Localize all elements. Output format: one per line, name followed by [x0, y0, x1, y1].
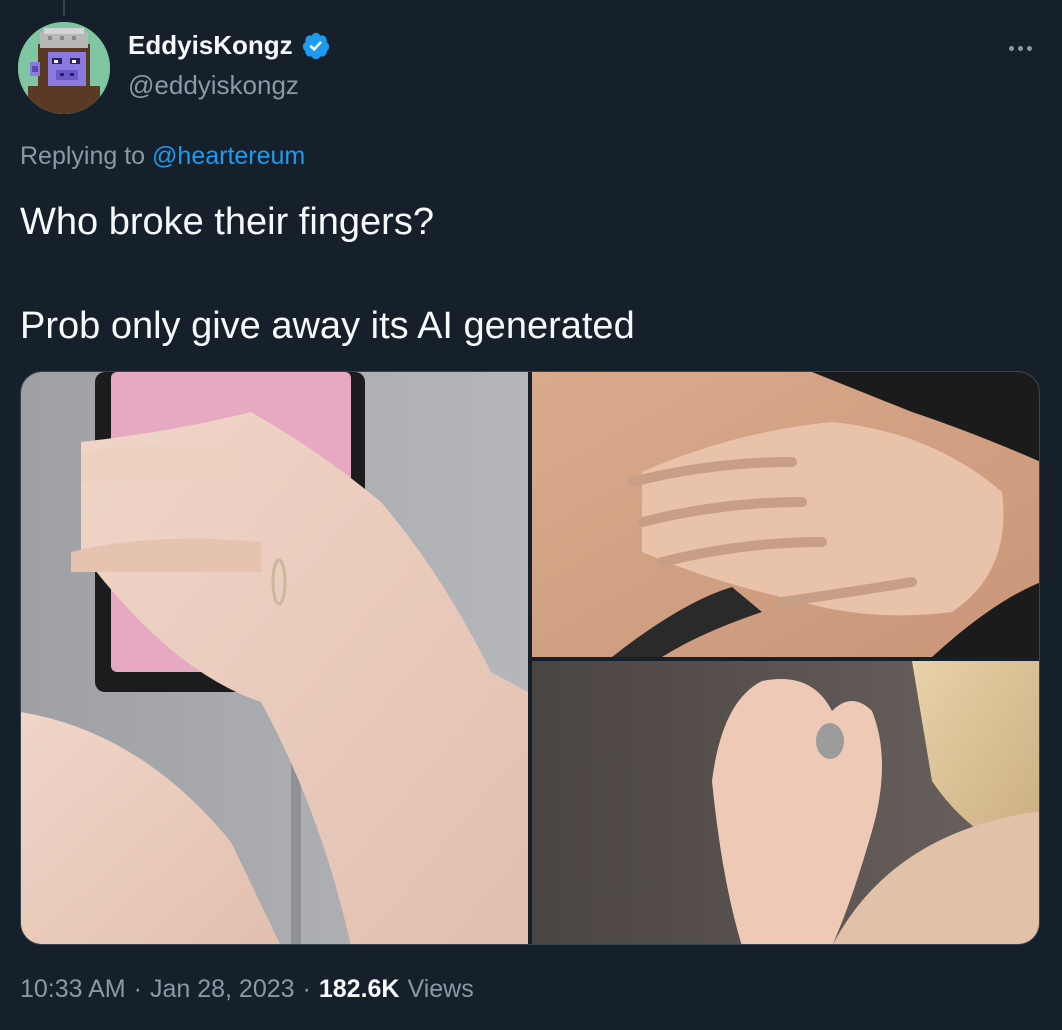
- replying-to-line: Replying to @heartereum: [20, 142, 305, 171]
- reply-mention-link[interactable]: @heartereum: [152, 142, 305, 170]
- media-image-hand-on-shoulder[interactable]: [532, 372, 1039, 657]
- tweet-text-line: Who broke their fingers?: [20, 201, 434, 243]
- views-label: Views: [407, 975, 474, 1003]
- author-handle[interactable]: @eddyiskongz: [128, 70, 299, 101]
- media-image-hand-holding-pink-phone[interactable]: [21, 372, 528, 944]
- avatar[interactable]: [18, 22, 110, 114]
- tweet-time[interactable]: 10:33 AM: [20, 975, 126, 1004]
- tweet-text: Who broke their fingers? Prob only give …: [20, 196, 1040, 352]
- meta-separator: ·: [302, 975, 311, 1003]
- more-options-icon-dot: [1017, 45, 1023, 51]
- tweet-text-line: Prob only give away its AI generated: [20, 305, 635, 347]
- thread-connector-line: [63, 0, 65, 16]
- author-name-row: EddyisKongz: [128, 30, 331, 61]
- views-count: 182.6K: [318, 975, 400, 1003]
- more-options-icon-dot: [1026, 45, 1032, 51]
- more-options-icon: [1008, 45, 1014, 51]
- author-display-name[interactable]: EddyisKongz: [128, 30, 293, 61]
- more-options-button[interactable]: [1000, 36, 1040, 60]
- pixel-ape-avatar-icon: [18, 22, 110, 114]
- meta-separator: ·: [133, 975, 142, 1003]
- verified-badge-icon[interactable]: [301, 31, 331, 61]
- media-image-hand-pinching-object[interactable]: [532, 661, 1039, 944]
- tweet-container: EddyisKongz @eddyiskongz Replying to @he…: [0, 0, 1062, 1030]
- tweet-date[interactable]: Jan 28, 2023: [150, 975, 295, 1004]
- media-grid: [20, 371, 1040, 945]
- tweet-meta: 10:33 AM · Jan 28, 2023 · 182.6K Views: [20, 975, 474, 1004]
- replying-to-label: Replying to: [20, 142, 146, 170]
